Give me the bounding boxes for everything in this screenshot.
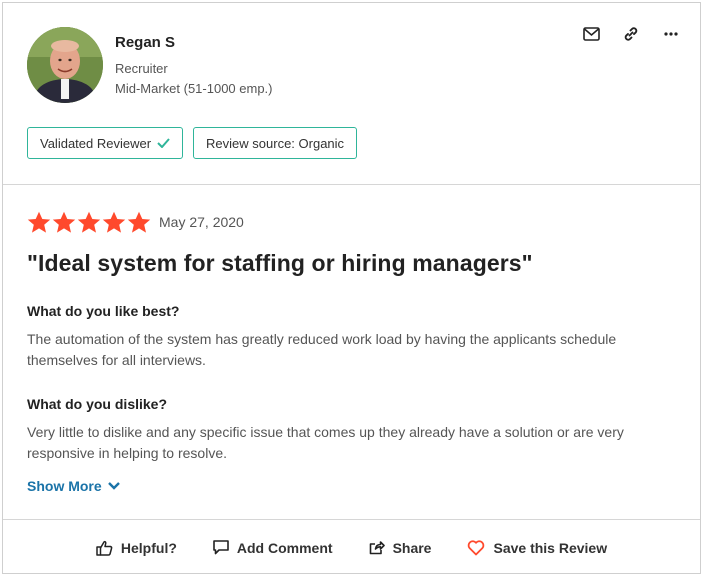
- reviewer-title: Recruiter: [115, 61, 168, 76]
- add-comment-label: Add Comment: [236, 539, 333, 556]
- thumbs-up-icon: [96, 540, 113, 556]
- mail-icon[interactable]: [582, 25, 600, 43]
- save-review-label: Save this Review: [493, 539, 608, 556]
- share-label: Share: [392, 539, 432, 556]
- show-more-label: Show More: [27, 478, 102, 494]
- show-more-link[interactable]: Show More: [27, 478, 120, 494]
- more-icon[interactable]: [662, 25, 680, 43]
- save-review-button[interactable]: Save this Review: [467, 540, 607, 556]
- star-rating: [27, 211, 151, 234]
- star-icon: [52, 211, 76, 233]
- helpful-label: Helpful?: [120, 539, 177, 556]
- reviewer-name: Regan S: [115, 34, 176, 51]
- avatar[interactable]: [27, 27, 103, 103]
- star-icon: [77, 211, 101, 233]
- badges: Validated Reviewer Review source: Organi…: [27, 127, 358, 159]
- add-comment-button[interactable]: Add Comment: [213, 540, 333, 556]
- star-icon: [27, 211, 51, 233]
- validated-reviewer-label: Validated Reviewer: [40, 135, 152, 151]
- rating-row: May 27, 2020: [27, 209, 677, 235]
- question-dislike: What do you dislike?: [27, 396, 168, 412]
- share-icon: [369, 540, 385, 555]
- review-footer: Helpful? Add Comment Share Save this Rev…: [3, 519, 700, 575]
- review-title: "Ideal system for staffing or hiring man…: [27, 250, 533, 276]
- share-button[interactable]: Share: [369, 539, 432, 556]
- star-icon: [127, 211, 151, 233]
- check-icon: [157, 138, 170, 148]
- chevron-down-icon: [107, 482, 120, 490]
- helpful-button[interactable]: Helpful?: [96, 540, 177, 556]
- review-source-badge[interactable]: Review source: Organic: [193, 127, 358, 159]
- heart-icon: [467, 539, 485, 556]
- review-source-label: Review source: Organic: [206, 135, 345, 151]
- answer-dislike: Very little to dislike and any specific …: [27, 424, 624, 461]
- answer-like-best: The automation of the system has greatly…: [27, 331, 617, 368]
- avatar-photo: [27, 27, 103, 103]
- review-date: May 27, 2020: [159, 214, 244, 230]
- star-icon: [102, 211, 126, 233]
- review-body: May 27, 2020 "Ideal system for staffing …: [27, 209, 677, 494]
- link-icon[interactable]: [622, 25, 640, 43]
- reviewer-segment: Mid-Market (51-1000 emp.): [115, 81, 273, 96]
- reviewer-header: Regan S Recruiter Mid-Market (51-1000 em…: [3, 3, 700, 185]
- review-card: Regan S Recruiter Mid-Market (51-1000 em…: [2, 2, 701, 574]
- question-like-best: What do you like best?: [27, 303, 180, 319]
- validated-reviewer-badge[interactable]: Validated Reviewer: [27, 127, 184, 159]
- header-actions: [582, 25, 680, 43]
- comment-icon: [213, 540, 229, 555]
